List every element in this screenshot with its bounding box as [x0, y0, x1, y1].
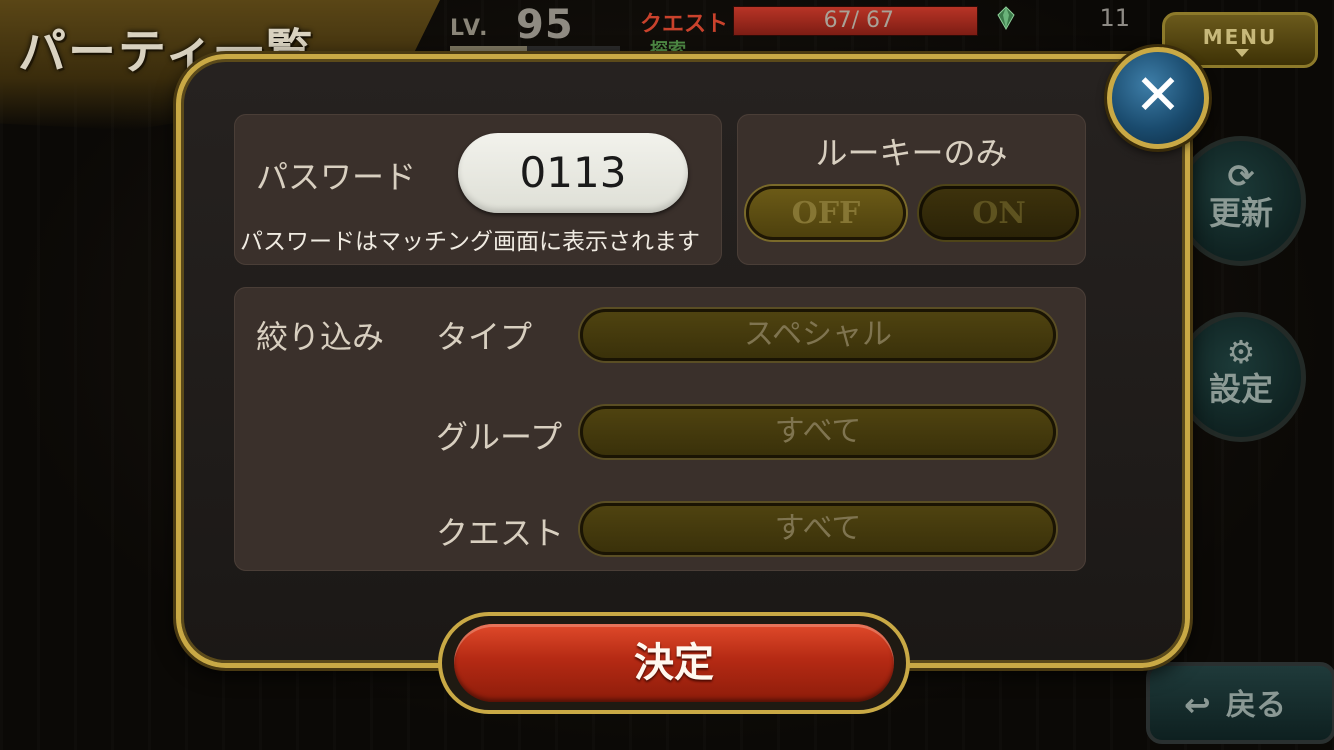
back-arrow-icon: ↩	[1184, 686, 1211, 724]
close-button[interactable]: ✕	[1107, 47, 1209, 149]
filter-type-select[interactable]: スペシャル	[580, 309, 1056, 361]
settings-label: 設定	[1208, 370, 1273, 408]
gear-icon: ⚙	[1226, 333, 1256, 371]
quest-stamina-label: クエスト	[640, 12, 729, 37]
exp-bar	[450, 46, 620, 52]
gem-icon	[997, 6, 1015, 30]
password-input[interactable]: 0113	[458, 133, 688, 213]
filter-type-label: タイプ	[436, 318, 533, 356]
back-button[interactable]: ↩ 戻る	[1146, 662, 1334, 744]
level-value: 95	[516, 2, 574, 48]
menu-arrow-icon	[1235, 49, 1249, 57]
refresh-icon: ⟳	[1227, 157, 1255, 195]
close-icon: ✕	[1134, 63, 1182, 128]
refresh-label: 更新	[1208, 194, 1273, 232]
confirm-button[interactable]: 決定	[454, 624, 894, 702]
filter-quest-select[interactable]: すべて	[580, 503, 1056, 555]
settings-button[interactable]: ⚙ 設定	[1176, 312, 1306, 442]
rookie-label: ルーキーのみ	[815, 134, 1008, 172]
filter-quest-label: クエスト	[436, 514, 565, 552]
password-label: パスワード	[256, 158, 417, 196]
menu-label: MENU	[1202, 25, 1278, 49]
refresh-button[interactable]: ⟳ 更新	[1176, 136, 1306, 266]
quest-stamina-value: 67/ 67	[823, 8, 894, 33]
rookie-off-toggle[interactable]: OFF	[746, 186, 906, 240]
password-note: パスワードはマッチング画面に表示されます	[240, 229, 700, 255]
back-label: 戻る	[1226, 688, 1286, 723]
gem-count: 11	[1099, 4, 1130, 32]
rookie-on-toggle[interactable]: ON	[919, 186, 1079, 240]
filter-label: 絞り込み	[256, 318, 385, 356]
level-label: LV.	[450, 16, 490, 41]
confirm-button-frame: 決定	[438, 612, 910, 714]
quest-stamina-bar: 67/ 67	[733, 6, 978, 36]
filter-group-label: グループ	[436, 418, 563, 456]
filter-group-select[interactable]: すべて	[580, 406, 1056, 458]
